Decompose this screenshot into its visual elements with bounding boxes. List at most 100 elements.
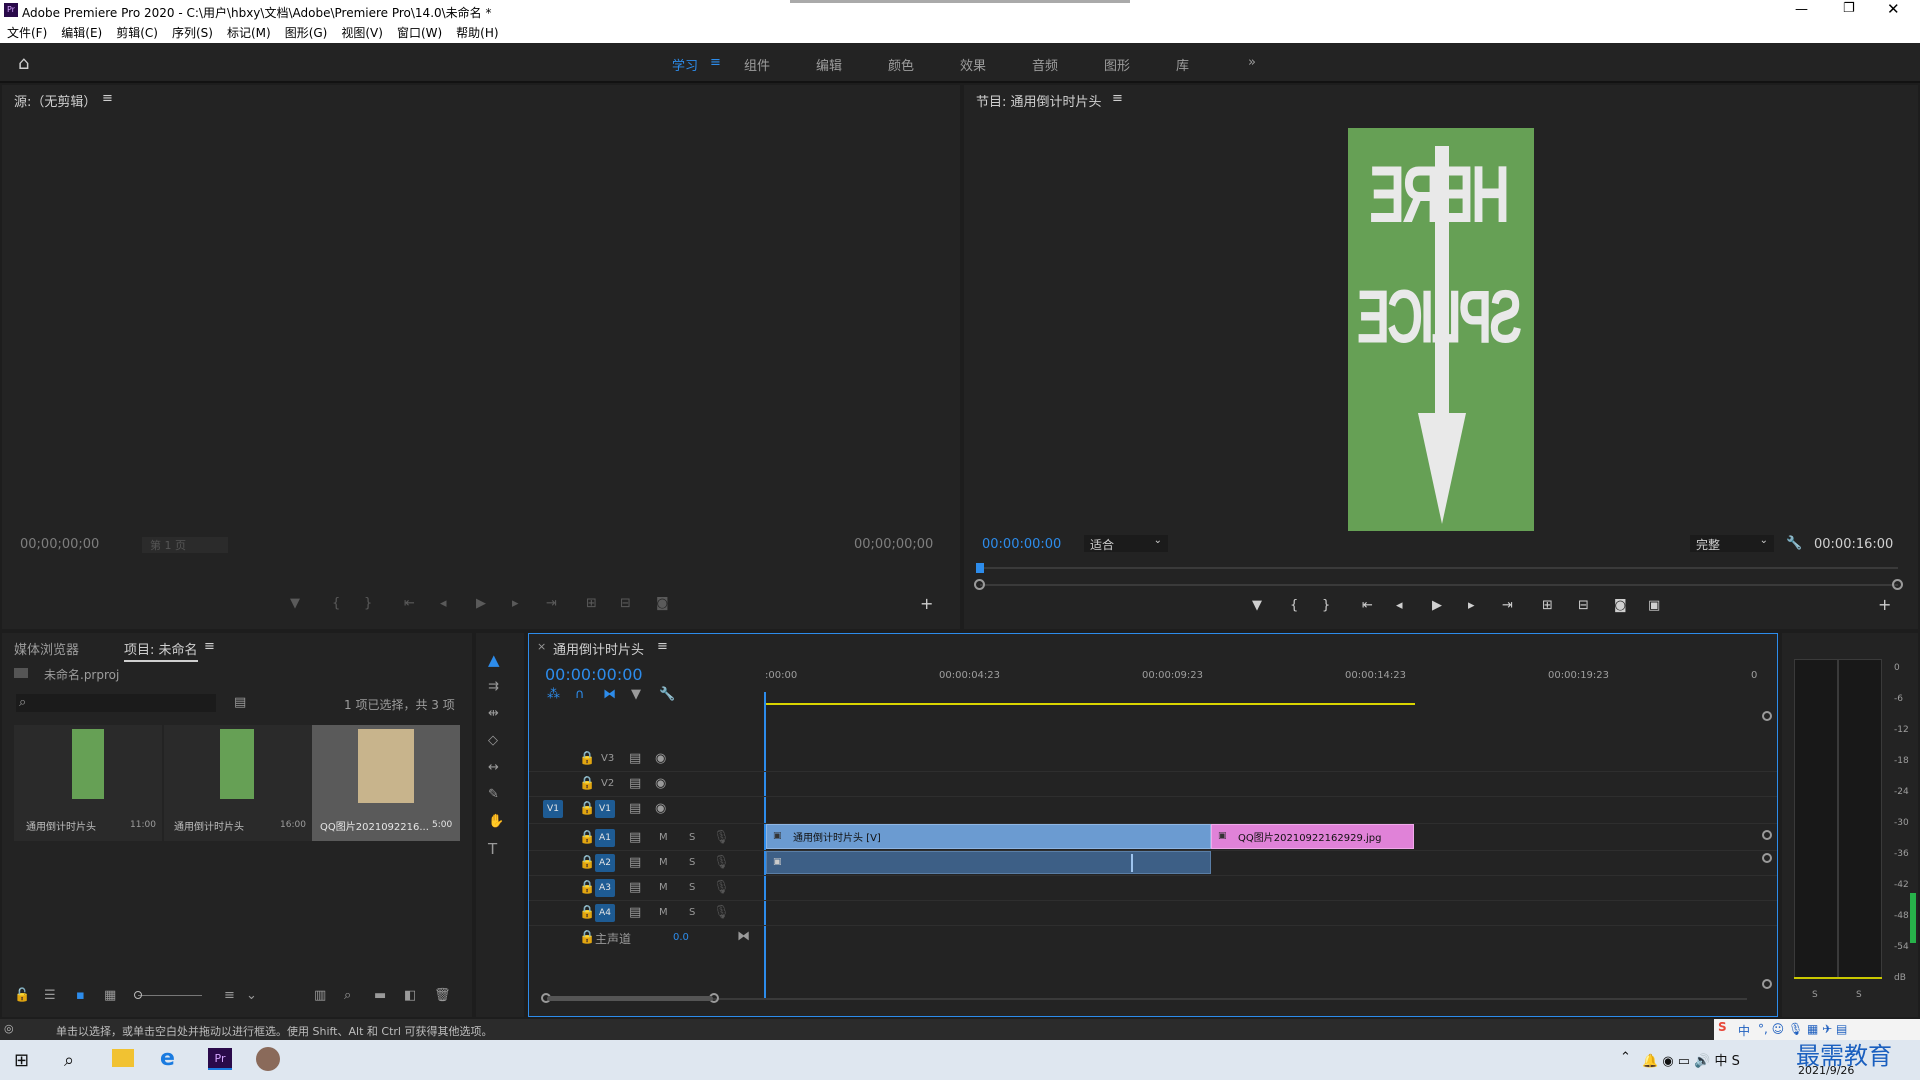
workspace-audio[interactable]: 音频 xyxy=(1032,55,1058,74)
selection-tool-icon[interactable]: ▲ xyxy=(488,653,500,668)
restore-button[interactable]: ❐ xyxy=(1843,1,1855,16)
a1-solo-button[interactable]: S xyxy=(689,832,695,843)
lock-icon[interactable]: 🔓 xyxy=(14,989,30,1003)
v1-lock-icon[interactable]: 🔒 xyxy=(579,802,595,816)
new-item-icon[interactable]: ◧ xyxy=(404,989,416,1003)
a2-solo-button[interactable]: S xyxy=(689,857,695,868)
photo-app-icon[interactable] xyxy=(256,1047,280,1071)
freeform-view-icon[interactable]: ▦ xyxy=(104,989,116,1003)
v1-label[interactable]: V1 xyxy=(595,800,615,818)
program-settings-wrench-icon[interactable]: 🔧 xyxy=(1786,537,1802,551)
workspace-editing[interactable]: 编辑 xyxy=(816,55,842,74)
timeline-settings-wrench-icon[interactable]: 🔧 xyxy=(659,688,675,702)
icon-view-icon[interactable]: ▪ xyxy=(76,989,85,1003)
source-panel-menu-icon[interactable]: ≡ xyxy=(102,91,113,106)
program-compare-icon[interactable]: ▣ xyxy=(1648,599,1660,613)
v3-sync-icon[interactable]: ▤ xyxy=(629,752,641,766)
hand-tool-icon[interactable]: ✋ xyxy=(488,815,504,829)
a1-mute-button[interactable]: M xyxy=(659,832,668,843)
menu-view[interactable]: 视图(V) xyxy=(334,22,390,41)
a3-label[interactable]: A3 xyxy=(595,879,615,897)
program-quality-select[interactable]: 完整 ⌄ xyxy=(1690,535,1774,552)
workspace-color[interactable]: 颜色 xyxy=(888,55,914,74)
menu-markers[interactable]: 标记(M) xyxy=(220,22,278,41)
program-video-preview[interactable]: HERE SPLICE xyxy=(1348,128,1534,531)
a2-mic-icon[interactable]: 🎙 xyxy=(713,856,730,870)
program-goto-in-icon[interactable]: ⇤ xyxy=(1362,599,1373,613)
v2-sync-icon[interactable]: ▤ xyxy=(629,777,641,791)
workspace-learn[interactable]: 学习 xyxy=(672,55,698,74)
program-playhead-marker-icon[interactable] xyxy=(976,563,984,573)
source-play-icon[interactable]: ▶ xyxy=(476,597,486,611)
start-windows-icon[interactable]: ⊞ xyxy=(14,1050,29,1071)
workspace-assembly[interactable]: 组件 xyxy=(744,55,770,74)
source-page-select[interactable]: 第 1 页 xyxy=(142,537,228,553)
program-goto-out-icon[interactable]: ⇥ xyxy=(1502,599,1513,613)
program-add-button-icon[interactable]: + xyxy=(1878,597,1891,613)
timeline-hscroll-bar[interactable] xyxy=(547,998,1747,1000)
project-item-3-selected[interactable]: QQ图片2021092216... 5:00 xyxy=(312,725,460,841)
linked-selection-icon[interactable]: ⧓ xyxy=(603,688,616,702)
a1-lock-icon[interactable]: 🔒 xyxy=(579,831,595,845)
program-step-forward-icon[interactable]: ▸ xyxy=(1468,599,1475,613)
master-go-to-end-icon[interactable]: ⧓ xyxy=(737,930,750,944)
zoom-slider[interactable] xyxy=(138,995,202,996)
source-goto-out-icon[interactable]: ⇥ xyxy=(546,597,557,611)
timeline-vscroll-mid2-handle[interactable] xyxy=(1762,853,1772,863)
program-zoom-left-handle[interactable] xyxy=(974,579,985,590)
source-export-frame-icon[interactable]: ◙ xyxy=(656,597,669,611)
a2-label[interactable]: A2 xyxy=(595,854,615,872)
project-panel-menu-icon[interactable]: ≡ xyxy=(204,639,215,654)
project-search-input[interactable]: ⌕ xyxy=(16,694,216,712)
v1-sync-icon[interactable]: ▤ xyxy=(629,802,641,816)
source-timecode-left[interactable]: 00;00;00;00 xyxy=(20,537,99,552)
track-select-tool-icon[interactable]: ⇉ xyxy=(488,680,499,694)
timeline-panel-menu-icon[interactable]: ≡ xyxy=(657,639,668,654)
program-export-frame-icon[interactable]: ◙ xyxy=(1614,599,1627,613)
source-goto-in-icon[interactable]: ⇤ xyxy=(404,597,415,611)
menu-clip[interactable]: 剪辑(C) xyxy=(109,22,165,41)
new-search-bin-icon[interactable]: ▤ xyxy=(234,696,246,710)
workspace-libraries[interactable]: 库 xyxy=(1176,55,1189,74)
v1-source-target[interactable]: V1 xyxy=(543,800,563,818)
source-step-forward-icon[interactable]: ▸ xyxy=(512,597,519,611)
find-icon[interactable]: ⌕ xyxy=(344,989,351,1003)
source-mark-out-icon[interactable]: } xyxy=(364,597,372,611)
a1-mic-icon[interactable]: 🎙 xyxy=(713,831,730,845)
source-insert-icon[interactable]: ⊞ xyxy=(586,597,597,611)
ime-tools-icon[interactable]: °, ☺ 🎙 ▦ ✈ ▤ xyxy=(1758,1022,1847,1036)
video-clip-countdown[interactable]: ▣ 通用倒计时片头 [V] xyxy=(766,824,1211,849)
pen-tool-icon[interactable]: ✎ xyxy=(488,788,499,802)
a4-solo-button[interactable]: S xyxy=(689,907,695,918)
edge-browser-icon[interactable]: e xyxy=(160,1046,175,1071)
source-mark-in-icon[interactable]: { xyxy=(332,597,340,611)
menu-help[interactable]: 帮助(H) xyxy=(449,22,505,41)
project-item-1[interactable]: 通用倒计时片头 11:00 xyxy=(14,725,162,841)
tray-chevron-up-icon[interactable]: ⌃ xyxy=(1620,1050,1631,1065)
timeline-close-icon[interactable]: × xyxy=(537,640,546,653)
a4-sync-icon[interactable]: ▤ xyxy=(629,906,641,920)
program-marker-icon[interactable]: ▼ xyxy=(1252,599,1262,613)
work-area-bar[interactable] xyxy=(765,703,1415,705)
audio-clip-countdown[interactable]: ▣ xyxy=(766,851,1211,874)
a4-mute-button[interactable]: M xyxy=(659,907,668,918)
sort-chevron-down-icon[interactable]: ⌄ xyxy=(246,989,257,1003)
a2-mute-button[interactable]: M xyxy=(659,857,668,868)
ripple-edit-tool-icon[interactable]: ⇹ xyxy=(488,707,499,721)
program-mark-out-icon[interactable]: } xyxy=(1322,599,1330,613)
program-zoom-right-handle[interactable] xyxy=(1892,579,1903,590)
a4-label[interactable]: A4 xyxy=(595,904,615,922)
source-add-button-icon[interactable]: + xyxy=(920,596,933,612)
v3-lock-icon[interactable]: 🔒 xyxy=(579,752,595,766)
taskbar-search-icon[interactable]: ⌕ xyxy=(64,1050,74,1071)
timeline-timecode[interactable]: 00:00:00:00 xyxy=(545,665,643,684)
slip-tool-icon[interactable]: ↔ xyxy=(488,761,499,775)
file-explorer-icon[interactable] xyxy=(112,1049,134,1067)
home-icon[interactable]: ⌂ xyxy=(18,53,29,74)
workspace-effects[interactable]: 效果 xyxy=(960,55,986,74)
timeline-hscroll-thumb[interactable] xyxy=(547,996,713,1001)
timeline-vscroll-top-handle[interactable] xyxy=(1762,711,1772,721)
automate-sequence-icon[interactable]: ▥ xyxy=(314,989,326,1003)
timeline-vscroll-mid-handle[interactable] xyxy=(1762,830,1772,840)
clear-trash-icon[interactable]: 🗑 xyxy=(434,989,451,1003)
